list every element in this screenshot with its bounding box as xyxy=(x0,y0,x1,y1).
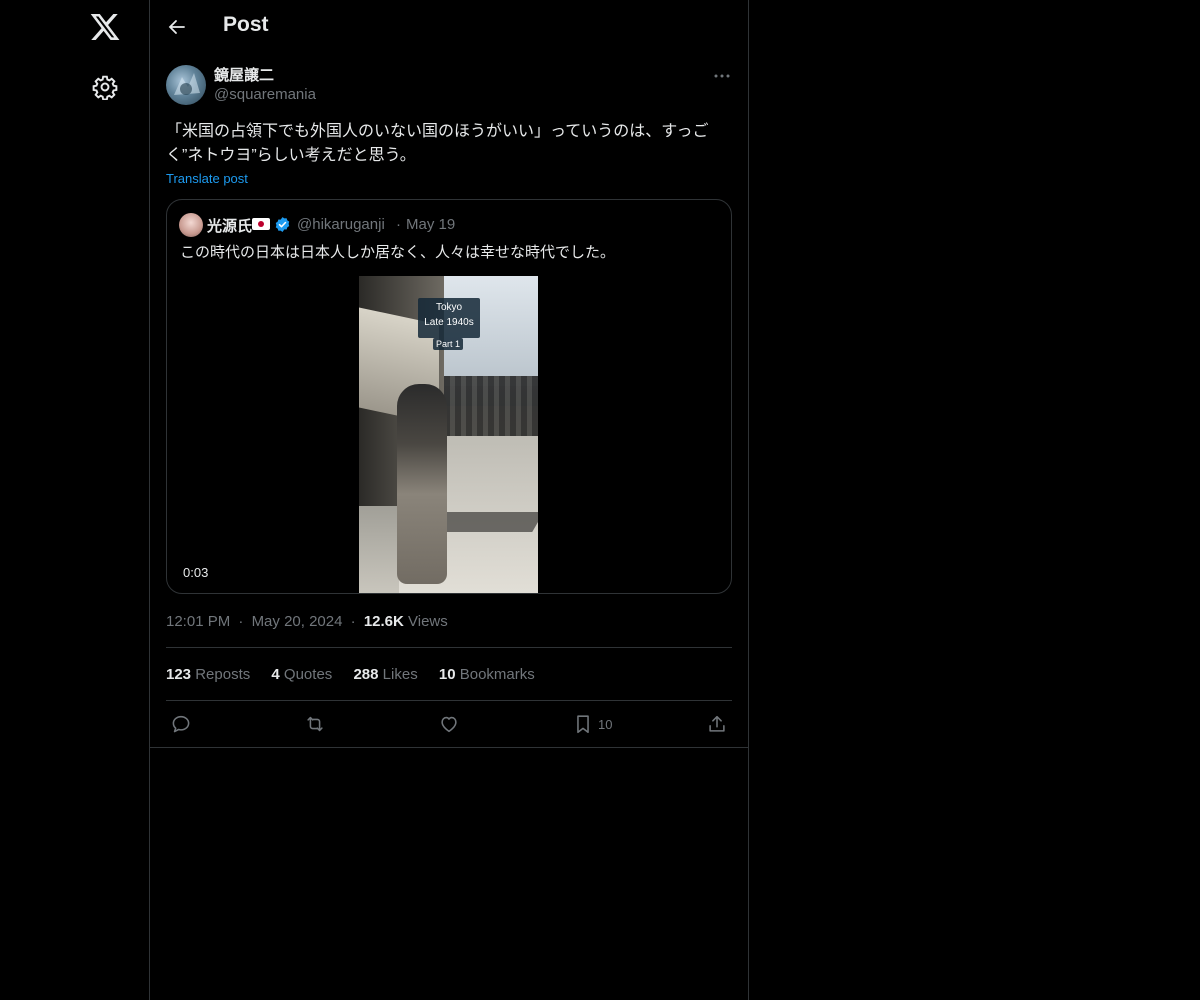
quoted-post[interactable]: 光源氏 @hikaruganji · May 19 この時代の日本は日本人しか居… xyxy=(166,199,732,594)
app: Post 鏡屋譲二 @squaremania 「米国の占領下でも外国人のいない国… xyxy=(0,0,1200,1000)
more-button[interactable] xyxy=(712,66,732,86)
gear-icon[interactable] xyxy=(92,74,118,100)
bookmark-button[interactable]: 10 xyxy=(572,713,632,737)
japan-flag-icon xyxy=(252,218,270,230)
repost-button[interactable] xyxy=(304,713,326,737)
back-button[interactable] xyxy=(165,15,189,39)
quote-author-handle[interactable]: @hikaruganji xyxy=(297,216,385,233)
quote-avatar[interactable] xyxy=(179,213,203,237)
post-text: 「米国の占領下でも外国人のいない国のほうがいい」っていうのは、すっごく”ネトウヨ… xyxy=(166,123,709,164)
video-duration: 0:03 xyxy=(183,565,209,580)
action-bar: 10 xyxy=(166,713,732,737)
main-column: Post 鏡屋譲二 @squaremania 「米国の占領下でも外国人のいない国… xyxy=(149,0,749,1000)
reply-icon xyxy=(172,715,190,733)
views-label: Views xyxy=(408,613,448,630)
stat-count: 10 xyxy=(438,666,456,683)
bookmark-count: 10 xyxy=(598,717,613,732)
meta-separator: · xyxy=(350,613,356,630)
repost-icon xyxy=(307,716,323,732)
header: Post xyxy=(150,0,748,53)
thread-divider xyxy=(150,747,748,748)
stat-count: 123 xyxy=(166,666,192,683)
stat-bookmarks[interactable]: 10 Bookmarks xyxy=(439,666,535,683)
reply-button[interactable] xyxy=(170,713,192,737)
post-stats: 123 Reposts 4 Quotes 288 Likes 10 Bookma… xyxy=(166,666,552,683)
arrow-left-icon xyxy=(168,20,185,34)
stat-count: 4 xyxy=(271,666,280,683)
quote-text: この時代の日本は日本人しか居なく、人々は幸せな時代でした。 xyxy=(180,244,616,261)
video-person xyxy=(397,384,447,584)
divider xyxy=(166,647,732,648)
video-thumbnail[interactable]: Tokyo Late 1940s Part 1 xyxy=(359,276,538,593)
like-button[interactable] xyxy=(438,713,460,737)
share-button[interactable] xyxy=(706,713,728,737)
translate-post-link[interactable]: Translate post xyxy=(166,171,248,186)
quote-separator: · xyxy=(396,216,401,233)
post-meta: 12:01 PM · May 20, 2024 · 12.6K Views xyxy=(166,613,448,630)
author-handle[interactable]: @squaremania xyxy=(214,85,316,105)
video-caption-part: Part 1 xyxy=(433,338,463,350)
stat-label: Reposts xyxy=(195,666,251,683)
page-title: Post xyxy=(223,13,269,36)
author-name[interactable]: 鏡屋譲二 xyxy=(214,66,316,85)
left-nav xyxy=(0,0,149,1000)
stat-quotes[interactable]: 4 Quotes xyxy=(271,666,332,683)
video-caption: Tokyo Late 1940s xyxy=(418,298,480,338)
stat-reposts[interactable]: 123 Reposts xyxy=(166,666,250,683)
bookmark-icon xyxy=(577,715,589,734)
stat-label: Quotes xyxy=(283,666,333,683)
quote-date[interactable]: May 19 xyxy=(406,216,455,233)
stat-label: Bookmarks xyxy=(459,666,535,683)
divider xyxy=(166,700,732,701)
more-horizontal-icon xyxy=(714,74,730,78)
author: 鏡屋譲二 @squaremania xyxy=(214,66,316,105)
heart-icon xyxy=(441,716,457,733)
video-caption-line1: Tokyo xyxy=(435,302,463,313)
avatar[interactable] xyxy=(166,65,206,105)
meta-separator: · xyxy=(238,613,244,630)
post-date[interactable]: May 20, 2024 xyxy=(252,613,343,630)
x-logo-icon[interactable] xyxy=(89,11,121,43)
quote-author-name[interactable]: 光源氏 xyxy=(207,215,252,236)
verified-badge-icon xyxy=(274,216,291,233)
video-crowd xyxy=(444,376,538,436)
share-icon xyxy=(709,715,725,732)
stat-likes[interactable]: 288 Likes xyxy=(353,666,417,683)
stat-label: Likes xyxy=(382,666,418,683)
views-count: 12.6K xyxy=(363,613,404,630)
post-time[interactable]: 12:01 PM xyxy=(166,613,230,630)
video-caption-line2: Late 1940s xyxy=(424,317,474,328)
stat-count: 288 xyxy=(353,666,379,683)
